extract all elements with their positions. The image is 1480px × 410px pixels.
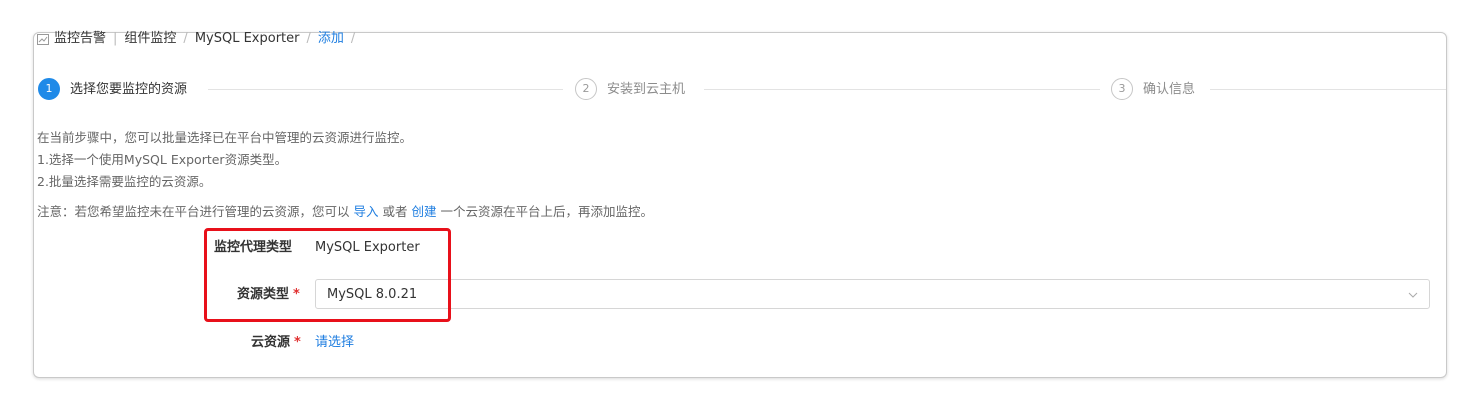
breadcrumb-item-mysql-exporter[interactable]: MySQL Exporter bbox=[195, 30, 300, 48]
step-indicator: 1 选择您要监控的资源 2 安装到云主机 3 确认信息 bbox=[38, 78, 1448, 102]
chart-icon bbox=[37, 33, 49, 45]
description-line: 2.批量选择需要监控的云资源。 bbox=[37, 174, 212, 189]
step-3-number: 3 bbox=[1111, 78, 1133, 100]
breadcrumb-item-alerts[interactable]: 监控告警 bbox=[54, 30, 106, 48]
note-prefix: 注意：若您希望监控未在平台进行管理的云资源，您可以 bbox=[37, 204, 350, 219]
breadcrumb-separator: / bbox=[183, 31, 188, 46]
step-1-number: 1 bbox=[38, 78, 60, 100]
highlight-box bbox=[204, 228, 451, 322]
note-suffix: 一个云资源在平台上后，再添加监控。 bbox=[440, 204, 654, 219]
select-cloud-resource-link[interactable]: 请选择 bbox=[315, 334, 354, 352]
step-2-number: 2 bbox=[575, 78, 597, 100]
breadcrumb: 监控告警 | 组件监控 / MySQL Exporter / 添加 / bbox=[37, 30, 362, 48]
step-connector bbox=[704, 89, 1100, 90]
resource-type-select[interactable]: MySQL 8.0.21 bbox=[315, 279, 1430, 309]
step-2-label: 安装到云主机 bbox=[607, 82, 686, 97]
cloud-resource-label-text: 云资源 bbox=[251, 335, 291, 350]
create-link[interactable]: 创建 bbox=[412, 204, 437, 219]
step-description: 在当前步骤中，您可以批量选择已在平台中管理的云资源进行监控。 1.选择一个使用M… bbox=[37, 127, 412, 193]
breadcrumb-separator: / bbox=[350, 31, 356, 46]
description-line: 1.选择一个使用MySQL Exporter资源类型。 bbox=[37, 152, 288, 167]
step-connector bbox=[1210, 89, 1446, 90]
chevron-down-icon bbox=[1408, 292, 1418, 298]
step-1-label: 选择您要监控的资源 bbox=[70, 82, 188, 97]
breadcrumb-item-add[interactable]: 添加 bbox=[318, 30, 344, 48]
step-connector bbox=[208, 89, 563, 90]
note-or: 或者 bbox=[382, 204, 408, 219]
import-link[interactable]: 导入 bbox=[354, 204, 379, 219]
cloud-resource-label: 云资源 * bbox=[251, 334, 301, 352]
step-3-label: 确认信息 bbox=[1143, 82, 1196, 97]
breadcrumb-separator: / bbox=[306, 31, 311, 46]
breadcrumb-separator: | bbox=[113, 31, 118, 46]
required-mark: * bbox=[294, 335, 301, 350]
breadcrumb-item-component-monitor[interactable]: 组件监控 bbox=[124, 30, 176, 48]
note-text: 注意：若您希望监控未在平台进行管理的云资源，您可以 导入 或者 创建 一个云资源… bbox=[37, 202, 653, 222]
description-line: 在当前步骤中，您可以批量选择已在平台中管理的云资源进行监控。 bbox=[37, 130, 413, 145]
